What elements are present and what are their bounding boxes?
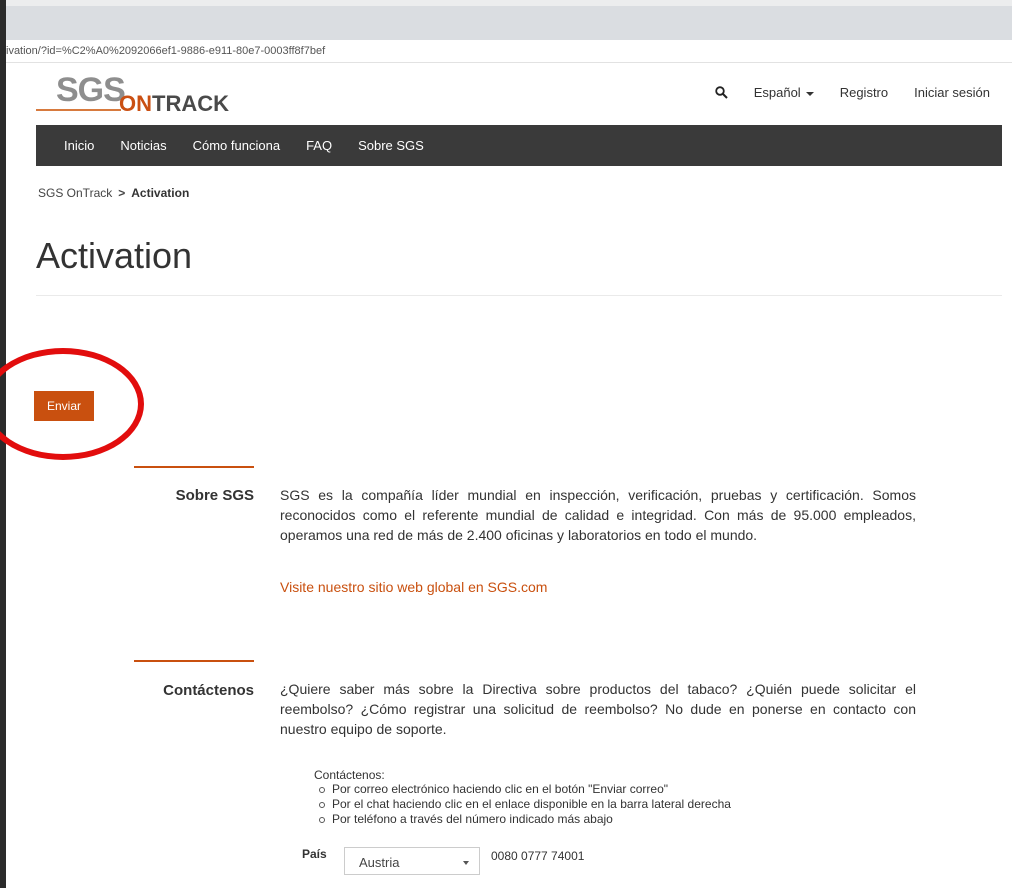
nav-item-faq[interactable]: FAQ: [306, 138, 332, 153]
contact-methods-list: Por correo electrónico haciendo clic en …: [316, 782, 731, 827]
list-item: Por teléfono a través del número indicad…: [319, 812, 731, 827]
sgs-global-link[interactable]: Visite nuestro sitio web global en SGS.c…: [280, 579, 547, 595]
nav-item-inicio[interactable]: Inicio: [64, 138, 94, 153]
top-navigation: Español Registro Iniciar sesión: [715, 85, 990, 100]
login-link[interactable]: Iniciar sesión: [914, 85, 990, 100]
search-icon[interactable]: [715, 86, 728, 99]
browser-chrome: [6, 0, 1012, 41]
list-item: Por el chat haciendo clic en el enlace d…: [319, 797, 731, 811]
country-selected-value: Austria: [359, 855, 400, 870]
page-title: Activation: [36, 235, 193, 276]
logo-sgs: SGS: [56, 71, 126, 109]
breadcrumb-separator: >: [118, 186, 126, 200]
annotation-circle: [0, 348, 144, 460]
breadcrumb-root[interactable]: SGS OnTrack: [38, 186, 112, 200]
logo-underline: [36, 109, 121, 111]
contact-section-label: Contáctenos: [163, 682, 254, 699]
logo-ontrack: ONTRACK: [119, 91, 229, 117]
logo-on: ON: [119, 91, 152, 116]
nav-item-noticias[interactable]: Noticias: [120, 138, 166, 153]
support-phone-number: 0080 0777 74001: [491, 849, 585, 863]
breadcrumb: SGS OnTrack > Activation: [38, 186, 189, 200]
contact-section-rule: [134, 660, 254, 662]
register-link[interactable]: Registro: [840, 85, 888, 100]
logo-track: TRACK: [152, 91, 229, 116]
list-item: Por correo electrónico haciendo clic en …: [319, 782, 731, 797]
about-section-rule: [134, 466, 254, 468]
nav-item-sobre-sgs[interactable]: Sobre SGS: [358, 138, 424, 153]
sgs-ontrack-logo[interactable]: SGS ONTRACK: [36, 71, 236, 117]
chevron-down-icon: [463, 861, 469, 865]
language-dropdown[interactable]: Español: [754, 85, 814, 100]
about-section-label: Sobre SGS: [175, 487, 254, 504]
contact-section-text: ¿Quiere saber más sobre la Directiva sob…: [280, 681, 916, 737]
breadcrumb-current: Activation: [131, 186, 190, 200]
contact-list-title: Contáctenos:: [314, 768, 385, 782]
country-select[interactable]: Austria: [344, 847, 480, 875]
main-navigation: Inicio Noticias Cómo funciona FAQ Sobre …: [36, 125, 1002, 166]
address-bar[interactable]: ivation/?id=%C2%A0%2092066ef1-9886-e911-…: [6, 40, 1012, 63]
title-divider: [36, 295, 1002, 296]
page: SGS ONTRACK Español Registro Iniciar ses…: [0, 63, 1012, 888]
language-label: Español: [753, 85, 801, 100]
caret-down-icon: [805, 91, 814, 96]
nav-item-como-funciona[interactable]: Cómo funciona: [193, 138, 280, 153]
about-section-text: SGS es la compañía líder mundial en insp…: [280, 487, 916, 543]
country-label: País: [302, 847, 327, 861]
